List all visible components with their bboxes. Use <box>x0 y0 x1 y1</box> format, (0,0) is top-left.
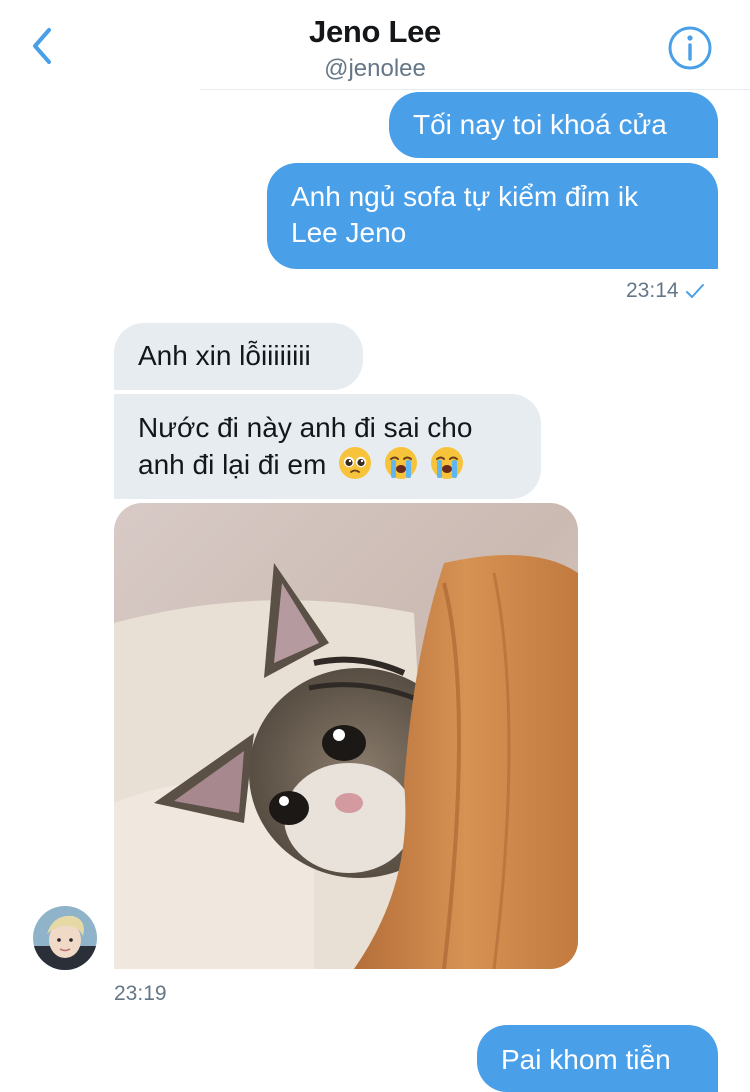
timestamp-text: 23:14 <box>626 279 679 302</box>
info-icon <box>668 26 712 70</box>
conversation-title[interactable]: Jeno Lee <box>0 14 750 50</box>
crying-cat-image <box>114 503 578 969</box>
header-divider <box>200 89 750 90</box>
message-text: Tối nay toi khoá cửa <box>413 109 667 140</box>
outgoing-message[interactable]: Pai khom tiễn <box>477 1025 718 1092</box>
conversation-header: Jeno Lee @jenolee <box>0 0 750 90</box>
loudly-crying-face-emoji-icon <box>384 447 417 479</box>
contact-avatar[interactable] <box>33 906 97 970</box>
message-text-line: Anh ngủ sofa tự kiểm đỉm ik <box>291 181 639 212</box>
attached-image-crying-cat[interactable] <box>114 503 578 969</box>
message-text: Anh xin lỗiiiiiiii <box>138 340 311 371</box>
sent-check-icon <box>685 284 704 299</box>
message-text: Pai khom tiễn <box>501 1044 671 1075</box>
message-text-line: Lee Jeno <box>291 217 407 248</box>
pleading-face-emoji-icon <box>339 447 372 479</box>
message-timestamp: 23:19 <box>114 982 167 1005</box>
incoming-message[interactable]: Anh xin lỗiiiiiiii <box>114 323 363 390</box>
avatar-image <box>33 906 97 970</box>
outgoing-message[interactable]: Anh ngủ sofa tự kiểm đỉm ik Lee Jeno <box>267 163 718 269</box>
message-text-line: Nước đi này anh đi sai cho <box>138 412 473 443</box>
info-button[interactable] <box>666 24 714 72</box>
outgoing-message[interactable]: Tối nay toi khoá cửa <box>389 92 718 158</box>
message-text: anh đi lại đi em <box>138 449 327 480</box>
loudly-crying-face-emoji-icon <box>430 447 463 479</box>
message-text-line: anh đi lại đi em <box>138 446 517 483</box>
message-timestamp: 23:14 <box>626 279 705 303</box>
incoming-message[interactable]: Nước đi này anh đi sai cho anh đi lại đi… <box>114 394 541 499</box>
conversation-handle: @jenolee <box>324 55 426 82</box>
